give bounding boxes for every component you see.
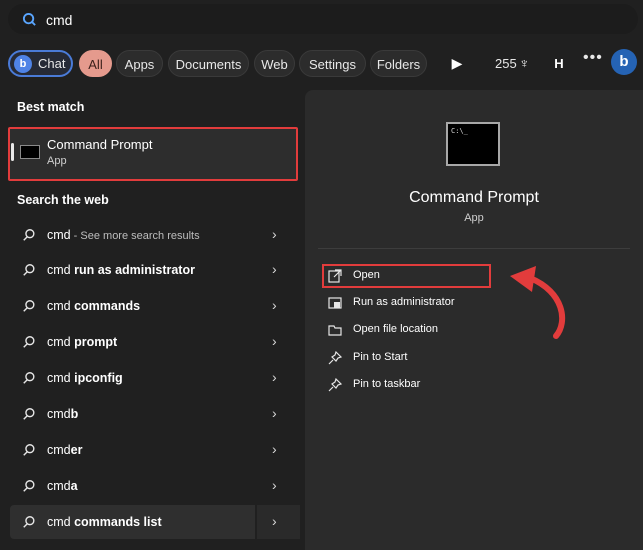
search-icon	[23, 300, 35, 312]
chevron-right-icon[interactable]: ›	[272, 333, 277, 349]
web-search-item-label: cmdb	[47, 407, 79, 421]
command-prompt-icon	[20, 145, 40, 159]
search-icon	[23, 264, 35, 276]
more-options-icon[interactable]: •••	[583, 49, 603, 67]
chevron-button[interactable]	[255, 505, 300, 539]
chevron-right-icon[interactable]: ›	[272, 226, 277, 242]
web-search-item-label: cmd ipconfig	[47, 371, 123, 385]
web-search-item-label: cmd commands list	[47, 515, 162, 529]
action-pin-to-start[interactable]: Pin to Start	[322, 346, 492, 370]
filter-folders[interactable]: Folders	[370, 50, 427, 77]
filter-all[interactable]: All	[79, 50, 112, 77]
search-input[interactable]: cmd	[46, 12, 72, 28]
profile-avatar[interactable]: H	[547, 52, 571, 76]
search-icon	[23, 229, 35, 241]
chevron-right-icon[interactable]: ›	[272, 513, 277, 529]
filter-documents[interactable]: Documents	[168, 50, 249, 77]
annotation-arrow-icon	[510, 266, 566, 339]
action-label: Pin to taskbar	[353, 378, 421, 390]
search-web-heading: Search the web	[17, 193, 109, 207]
action-label: Open file location	[353, 323, 438, 335]
detail-subtitle: App	[464, 212, 484, 224]
search-icon	[22, 12, 36, 26]
web-search-item[interactable]: cmd ipconfig ›	[10, 361, 298, 395]
web-search-item[interactable]: cmd prompt ›	[10, 325, 298, 359]
action-label: Run as administrator	[353, 296, 455, 308]
chevron-right-icon[interactable]: ›	[272, 369, 277, 385]
reward-points[interactable]: 255	[495, 56, 517, 71]
web-search-item[interactable]: cmd run as administrator ›	[10, 253, 298, 287]
web-search-item-label: cmd - See more search results	[47, 228, 200, 242]
web-search-item[interactable]: cmd commands list ›	[10, 505, 300, 539]
best-match-subtitle: App	[47, 155, 67, 167]
search-bar[interactable]	[8, 4, 638, 34]
chevron-right-icon[interactable]: ›	[272, 405, 277, 421]
web-search-item-label: cmd run as administrator	[47, 263, 195, 277]
detail-title: Command Prompt	[409, 189, 539, 206]
open-external-icon	[328, 269, 342, 283]
trophy-icon: ♆	[519, 55, 530, 71]
shield-run-icon	[328, 296, 342, 310]
search-icon	[23, 408, 35, 420]
web-search-item[interactable]: cmdb ›	[10, 397, 298, 431]
web-search-item[interactable]: cmda ›	[10, 469, 298, 503]
chevron-right-icon[interactable]: ›	[272, 477, 277, 493]
action-open-file-location[interactable]: Open file location	[322, 318, 492, 342]
bing-chat-icon: b	[14, 55, 32, 73]
divider	[318, 248, 630, 249]
search-icon	[23, 336, 35, 348]
web-search-item[interactable]: cmder ›	[10, 433, 298, 467]
filter-apps[interactable]: Apps	[116, 50, 163, 77]
best-match-card[interactable]	[8, 127, 298, 181]
web-search-item[interactable]: cmd - See more search results ›	[10, 218, 298, 252]
filter-chat-label: Chat	[38, 56, 66, 71]
more-filters-play-icon[interactable]: ▶	[440, 50, 474, 77]
action-label: Pin to Start	[353, 351, 408, 363]
action-run-as-administrator[interactable]: Run as administrator	[322, 291, 492, 315]
search-icon	[23, 372, 35, 384]
bing-icon[interactable]: b	[611, 49, 637, 75]
filter-settings[interactable]: Settings	[299, 50, 366, 77]
chevron-right-icon[interactable]: ›	[272, 441, 277, 457]
action-label: Open	[353, 269, 380, 281]
folder-icon	[328, 323, 342, 337]
search-icon	[23, 516, 35, 528]
search-icon	[23, 480, 35, 492]
action-open[interactable]: Open	[322, 264, 492, 288]
chevron-right-icon[interactable]: ›	[272, 261, 277, 277]
best-match-title: Command Prompt	[47, 137, 153, 152]
best-match-heading: Best match	[17, 100, 85, 114]
chevron-right-icon[interactable]: ›	[272, 297, 277, 313]
pin-icon	[328, 377, 343, 392]
web-search-item-label: cmder	[47, 443, 83, 457]
command-prompt-large-icon: C:\_	[446, 122, 500, 166]
web-search-item-label: cmda	[47, 479, 78, 493]
search-icon	[23, 444, 35, 456]
web-search-item-label: cmd commands	[47, 299, 141, 313]
web-search-item[interactable]: cmd commands ›	[10, 289, 298, 323]
filter-web[interactable]: Web	[254, 50, 295, 77]
selection-indicator	[11, 143, 14, 161]
pin-icon	[328, 350, 343, 365]
web-search-item-label: cmd prompt	[47, 335, 118, 349]
action-pin-to-taskbar[interactable]: Pin to taskbar	[322, 373, 492, 397]
